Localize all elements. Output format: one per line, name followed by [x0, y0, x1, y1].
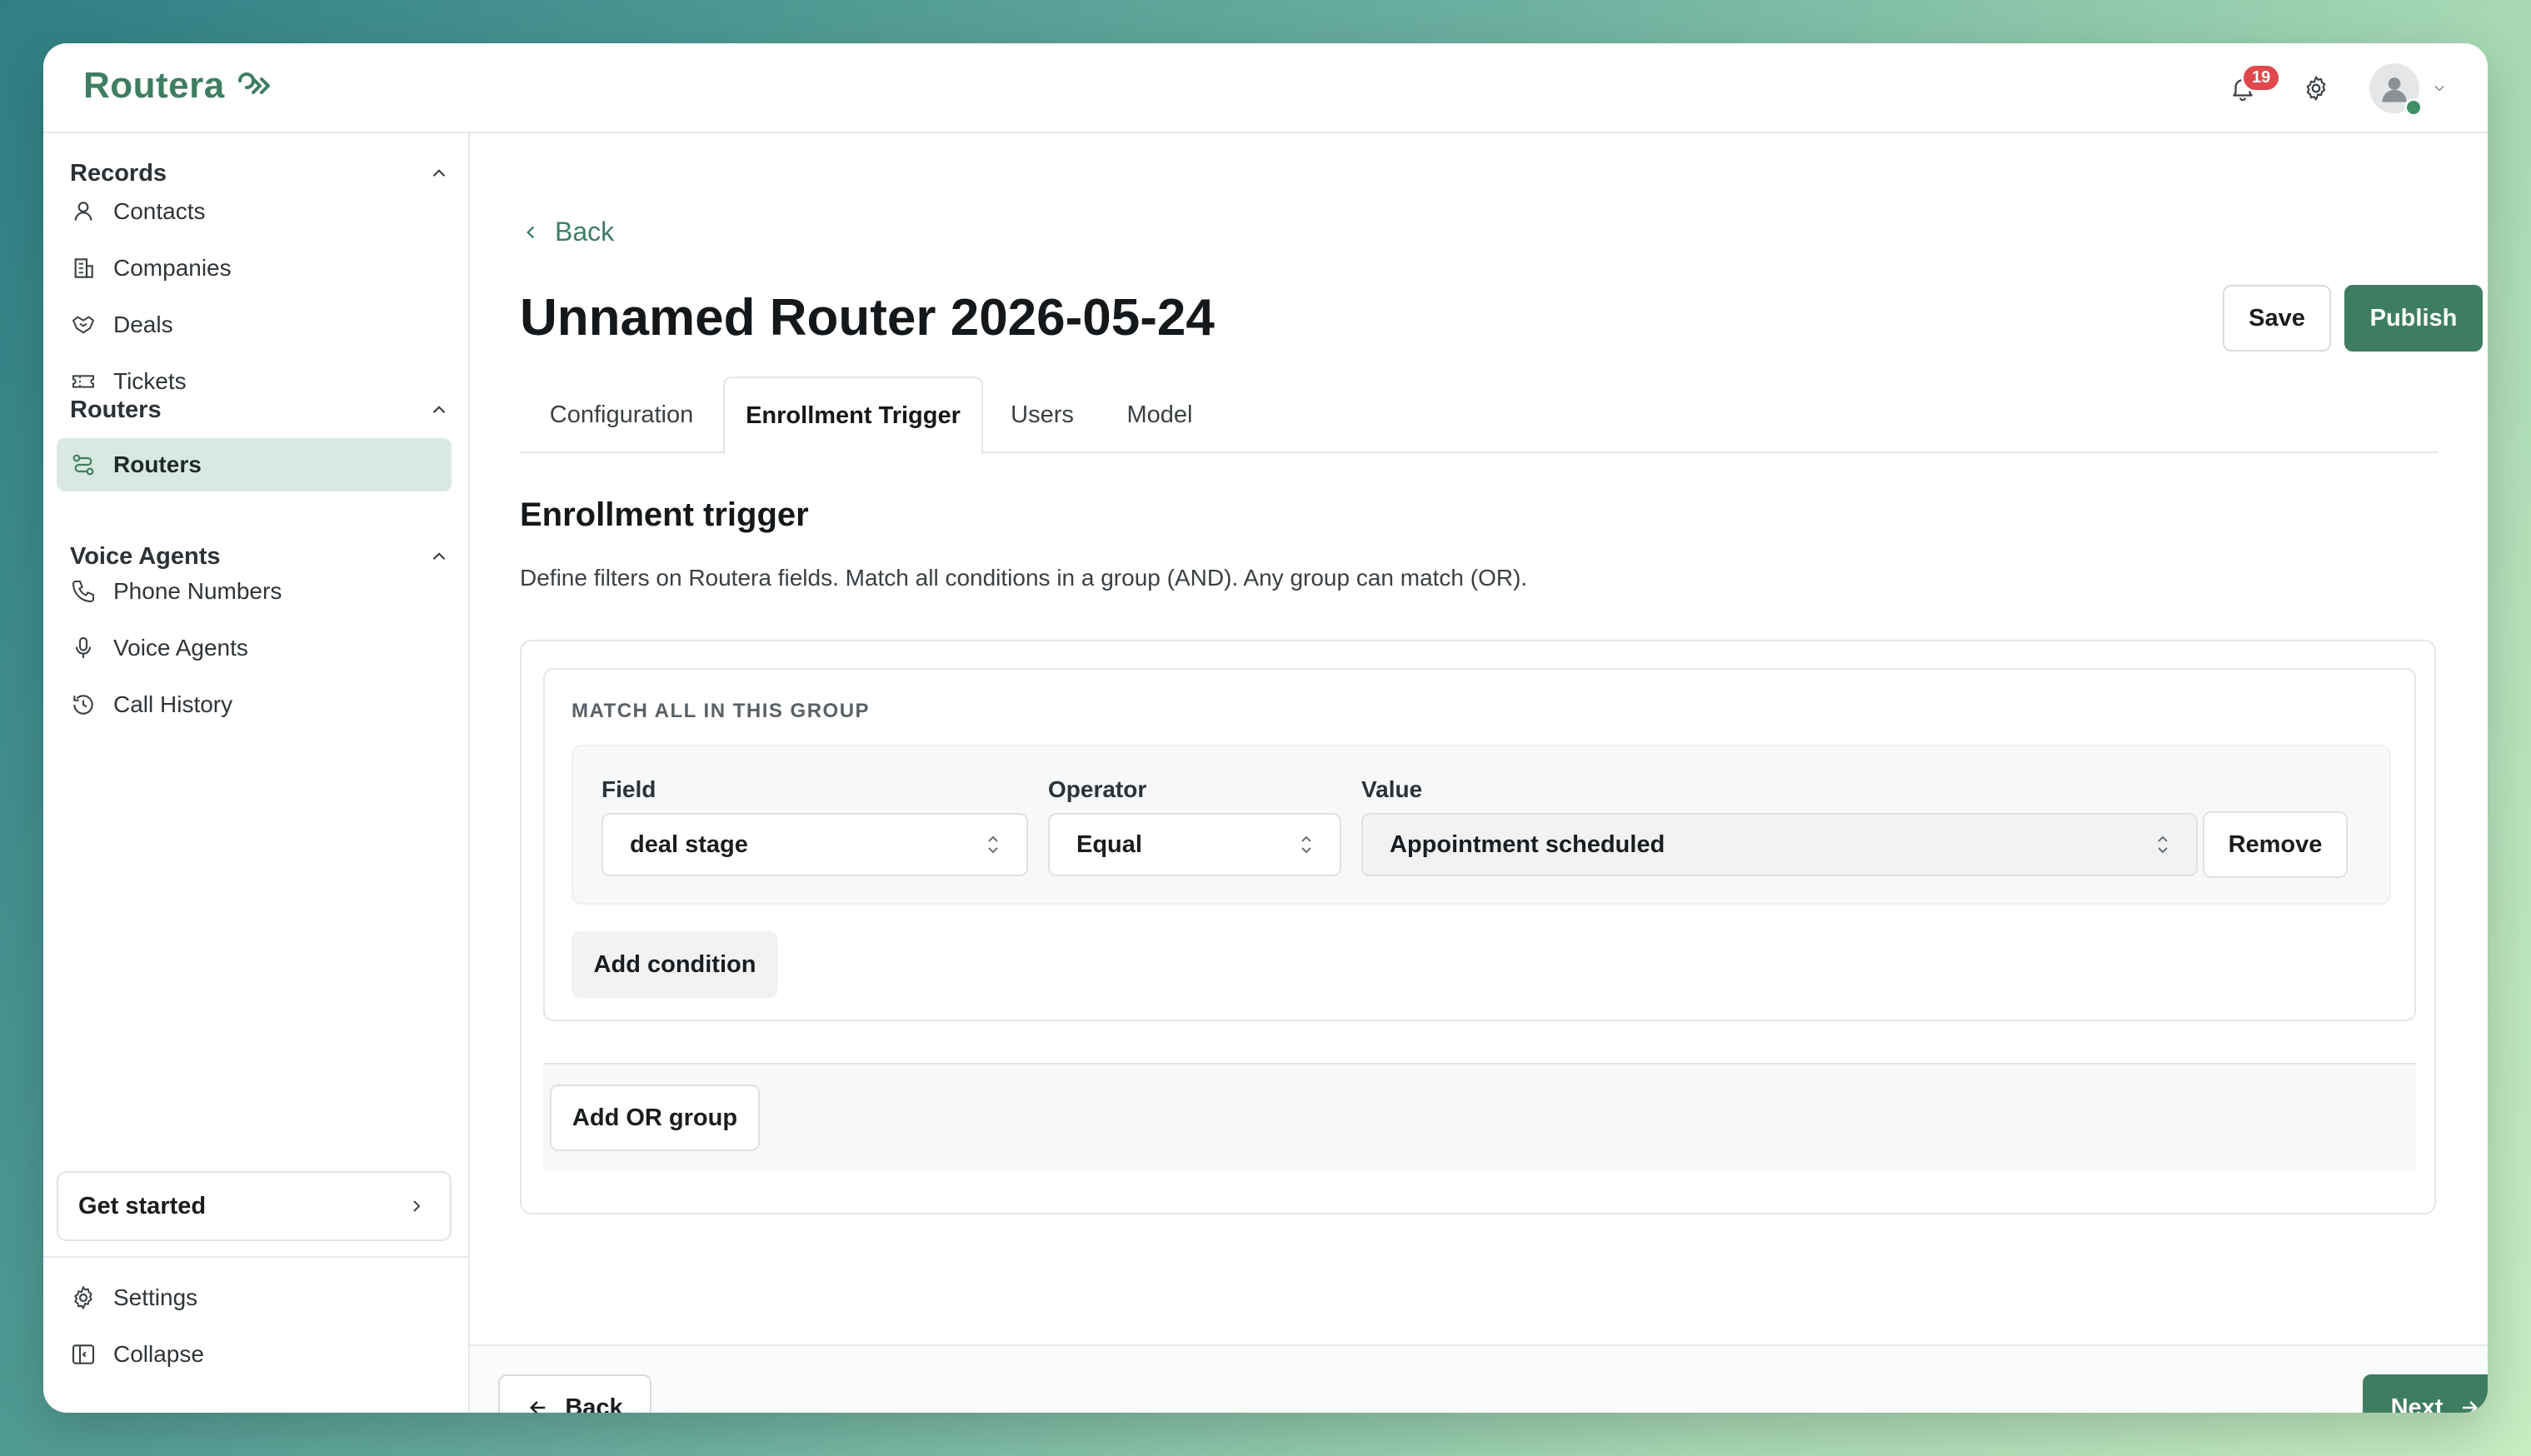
- get-started-label: Get started: [78, 1192, 207, 1219]
- condition-row: Field Operator Value deal stage Equal Ap…: [572, 745, 2391, 905]
- section-title: Enrollment trigger: [520, 496, 809, 533]
- logo-mark-icon: [237, 72, 270, 94]
- operator-label: Operator: [1048, 776, 1147, 802]
- select-arrows-icon: [1301, 835, 1311, 854]
- field-select[interactable]: deal stage: [602, 813, 1028, 876]
- settings-button[interactable]: [2296, 68, 2336, 108]
- sidebar-item-label: Routers: [113, 451, 202, 477]
- sidebar-item-phone-numbers[interactable]: Phone Numbers: [57, 565, 452, 618]
- sidebar-section-routers[interactable]: Routers: [70, 391, 450, 428]
- next-button[interactable]: Next: [2363, 1374, 2488, 1413]
- trigger-card: MATCH ALL IN THIS GROUP Field Operator V…: [520, 640, 2436, 1214]
- tab-model[interactable]: Model: [1101, 376, 1218, 453]
- operator-select[interactable]: Equal: [1048, 813, 1341, 876]
- section-description: Define filters on Routera fields. Match …: [520, 565, 1528, 591]
- arrow-left-icon: [530, 1401, 546, 1413]
- phone-icon: [72, 581, 94, 602]
- tab-configuration[interactable]: Configuration: [520, 376, 723, 453]
- condition-group: MATCH ALL IN THIS GROUP Field Operator V…: [543, 668, 2416, 1021]
- sidebar-item-voice-agents[interactable]: Voice Agents: [57, 621, 452, 675]
- or-group-area: Add OR group: [543, 1063, 2416, 1171]
- page-title: Unnamed Router 2026-05-24: [520, 289, 1215, 347]
- main-content: Back Unnamed Router 2026-05-24 Save Publ…: [470, 133, 2488, 1413]
- sidebar: Records Contacts Companies Deals Tickets…: [43, 133, 470, 1413]
- field-label: Field: [602, 776, 656, 802]
- section-title: Routers: [70, 396, 162, 423]
- value-select[interactable]: Appointment scheduled: [1361, 813, 2198, 876]
- sidebar-item-contacts[interactable]: Contacts: [57, 185, 452, 238]
- sidebar-item-label: Voice Agents: [113, 635, 248, 661]
- sidebar-item-deals[interactable]: Deals: [57, 298, 452, 352]
- sidebar-item-label: Collapse: [113, 1341, 204, 1367]
- logo-text: Routera: [83, 65, 225, 106]
- gear-icon: [74, 1286, 92, 1309]
- footer-back-button[interactable]: Back: [498, 1374, 651, 1413]
- sidebar-item-label: Phone Numbers: [113, 578, 282, 604]
- field-select-value: deal stage: [630, 830, 748, 858]
- section-title: Records: [70, 159, 167, 187]
- history-icon: [73, 695, 93, 715]
- user-menu[interactable]: [2369, 63, 2448, 117]
- chevron-left-icon: [527, 226, 535, 238]
- footer-bar: Back Next: [470, 1344, 2488, 1413]
- sidebar-item-label: Settings: [113, 1284, 198, 1310]
- avatar: [2369, 63, 2423, 117]
- notifications-button[interactable]: 19: [2223, 63, 2282, 108]
- chevron-up-icon: [432, 169, 446, 177]
- footer-back-label: Back: [565, 1394, 623, 1414]
- handshake-icon: [72, 316, 94, 334]
- sidebar-collapse-button[interactable]: Collapse: [57, 1328, 452, 1381]
- app-window: Routera 19 Records Contacts Companies De…: [43, 43, 2488, 1413]
- top-bar: Routera 19: [43, 43, 2488, 133]
- chevron-up-icon: [432, 406, 446, 414]
- operator-select-value: Equal: [1076, 830, 1142, 858]
- sidebar-item-companies[interactable]: Companies: [57, 242, 452, 295]
- chevron-right-icon: [413, 1200, 421, 1212]
- back-link-label: Back: [555, 217, 615, 247]
- presence-indicator: [2404, 98, 2423, 117]
- sidebar-item-label: Deals: [113, 312, 173, 337]
- sidebar-item-settings[interactable]: Settings: [57, 1271, 452, 1324]
- group-label: MATCH ALL IN THIS GROUP: [572, 700, 871, 722]
- value-select-value: Appointment scheduled: [1390, 830, 1665, 858]
- remove-condition-button[interactable]: Remove: [2203, 811, 2348, 878]
- select-arrows-icon: [2158, 835, 2168, 854]
- next-label: Next: [2390, 1394, 2444, 1414]
- route-icon: [72, 454, 94, 476]
- sidebar-item-label: Companies: [113, 255, 232, 281]
- notification-badge: 19: [2241, 63, 2282, 92]
- gear-icon: [2306, 76, 2326, 101]
- tab-users[interactable]: Users: [983, 376, 1101, 453]
- save-button[interactable]: Save: [2223, 285, 2331, 352]
- building-icon: [74, 258, 93, 278]
- person-icon: [74, 202, 92, 221]
- get-started-button[interactable]: Get started: [57, 1171, 452, 1241]
- sidebar-item-call-history[interactable]: Call History: [57, 678, 452, 731]
- tab-enrollment-trigger[interactable]: Enrollment Trigger: [723, 376, 983, 455]
- add-condition-button[interactable]: Add condition: [572, 931, 778, 998]
- chevron-down-icon: [2434, 85, 2444, 92]
- divider: [43, 1256, 470, 1258]
- select-arrows-icon: [988, 835, 998, 854]
- sidebar-item-label: Call History: [113, 691, 233, 717]
- sidebar-item-routers[interactable]: Routers: [57, 438, 452, 491]
- value-label: Value: [1361, 776, 1423, 802]
- arrow-right-icon: [2463, 1401, 2479, 1413]
- sidebar-item-label: Contacts: [113, 198, 206, 224]
- add-or-group-button[interactable]: Add OR group: [550, 1085, 760, 1151]
- back-link[interactable]: Back: [520, 217, 614, 247]
- publish-button[interactable]: Publish: [2344, 285, 2483, 352]
- logo[interactable]: Routera: [83, 65, 275, 107]
- collapse-sidebar-icon: [72, 1344, 95, 1364]
- tab-bar: Configuration Enrollment Trigger Users M…: [520, 376, 2438, 455]
- microphone-icon: [75, 636, 92, 658]
